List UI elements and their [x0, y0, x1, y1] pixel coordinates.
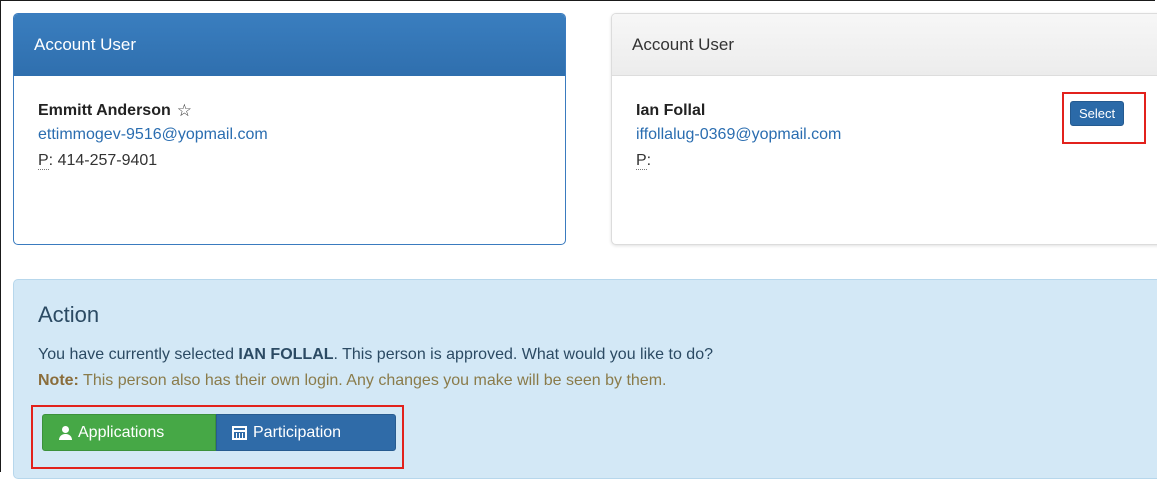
- card-header: Account User: [612, 14, 1157, 76]
- user-name-text: Ian Follal: [636, 102, 706, 119]
- text-suffix: . This person is approved. What would yo…: [333, 346, 713, 363]
- action-title: Action: [38, 302, 100, 327]
- phone-colon: :: [646, 152, 652, 169]
- card-body: Emmitt Anderson ☆ ettimmogev-9516@yopmai…: [14, 76, 565, 174]
- user-phone: P:: [636, 152, 1146, 174]
- user-name-text: Emmitt Anderson: [38, 102, 171, 119]
- phone-value: 414-257-9401: [57, 152, 158, 169]
- select-highlight-box: [1062, 92, 1146, 144]
- phone-label: P: [38, 152, 49, 170]
- text-prefix: You have currently selected: [38, 346, 239, 363]
- action-description: You have currently selected IAN FOLLAL. …: [38, 346, 1148, 366]
- user-email-link[interactable]: ettimmogev-9516@yopmail.com: [38, 126, 541, 148]
- user-name: Emmitt Anderson ☆: [38, 100, 541, 122]
- phone-label: P: [636, 152, 647, 170]
- user-phone: P: 414-257-9401: [38, 152, 541, 174]
- account-user-card-emmitt[interactable]: Account User Emmitt Anderson ☆ ettimmoge…: [13, 13, 566, 245]
- buttons-highlight-box: [31, 405, 404, 469]
- note-text: This person also has their own login. An…: [78, 372, 667, 389]
- phone-colon: :: [48, 152, 58, 169]
- note-label: Note:: [38, 372, 79, 389]
- star-outline-icon[interactable]: ☆: [177, 101, 192, 121]
- card-header: Account User: [14, 14, 565, 76]
- selected-name: IAN FOLLAL: [238, 346, 334, 363]
- action-note: Note: This person also has their own log…: [38, 372, 1148, 392]
